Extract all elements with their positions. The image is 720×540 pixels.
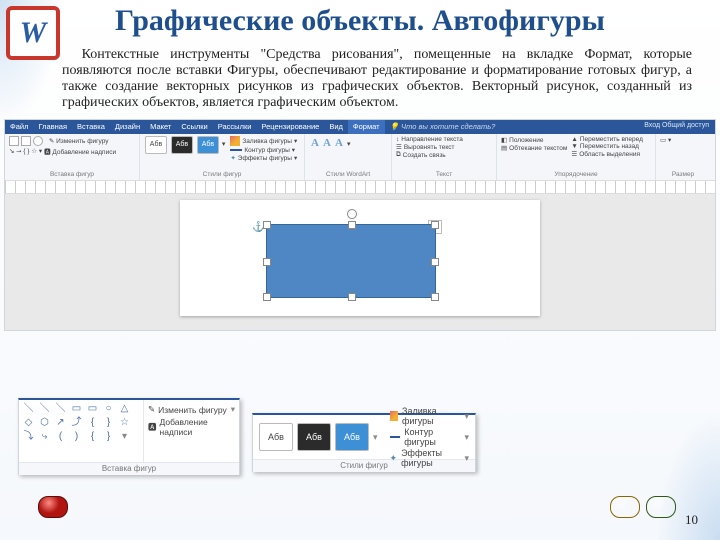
nav-indicator-yellow-green[interactable]: [610, 496, 676, 518]
create-link-btn[interactable]: ⧉ Создать связь: [396, 151, 492, 159]
resize-handle[interactable]: [263, 293, 271, 301]
slide: W Графические объекты. Автофигуры Контек…: [0, 0, 720, 540]
selected-rectangle-shape[interactable]: [266, 224, 436, 298]
resize-handle[interactable]: [431, 293, 439, 301]
group-label-text: Текст: [396, 171, 492, 178]
shape-outline-btn[interactable]: Контур фигуры ▾: [230, 146, 297, 154]
group-label-insert: Вставка фигур: [9, 171, 135, 178]
tab-format[interactable]: Формат: [348, 120, 385, 134]
shape-fill-btn[interactable]: Заливка фигуры ▾: [230, 136, 297, 146]
rotate-handle[interactable]: [347, 209, 357, 219]
resize-handle[interactable]: [348, 221, 356, 229]
page-number: 10: [685, 512, 698, 528]
group-label-size: Размер: [660, 171, 706, 178]
group-wordart-styles: AAA ▾ Стили WordArt: [305, 134, 392, 180]
resize-handle[interactable]: [263, 221, 271, 229]
group-label-wordart: Стили WordArt: [309, 171, 387, 178]
tell-me-search[interactable]: 💡 Что вы хотите сделать?: [385, 120, 501, 134]
selection-pane-btn[interactable]: ☰ Область выделения: [571, 150, 643, 158]
add-caption-btn[interactable]: 🅰 Добавление надписи: [148, 417, 235, 437]
tab-review[interactable]: Рецензирование: [256, 120, 324, 134]
tab-refs[interactable]: Ссылки: [176, 120, 212, 134]
document-page: ⚓: [180, 200, 540, 316]
align-text-btn[interactable]: ☰ Выровнять текст: [396, 143, 492, 151]
send-backward-btn[interactable]: ▼ Переместить назад: [571, 143, 643, 150]
style-swatch-light[interactable]: Абв: [145, 136, 167, 154]
slide-title: Графические объекты. Автофигуры: [0, 0, 720, 37]
group-label-styles: Стили фигур: [144, 171, 300, 178]
style-preset-blue[interactable]: Абв: [335, 423, 369, 451]
group-shape-styles: Абв Абв Абв ▾ Заливка фигуры ▾ Контур фи…: [140, 134, 305, 180]
edit-shape-btn[interactable]: ✎ Изменить фигуру: [49, 137, 109, 145]
style-swatch-dark[interactable]: Абв: [171, 136, 193, 154]
edit-shape-menu[interactable]: ✎ Изменить фигуру ▾: [148, 404, 235, 415]
document-canvas[interactable]: ⚓: [5, 194, 715, 330]
tab-view[interactable]: Вид: [324, 120, 348, 134]
add-text-btn[interactable]: 🅰 Добавление надписи: [44, 146, 116, 156]
style-gallery-more[interactable]: ▾: [373, 432, 378, 443]
nav-indicator-red[interactable]: [38, 496, 68, 518]
bring-forward-btn[interactable]: ▲ Переместить вперед: [571, 136, 643, 143]
tab-file[interactable]: Файл: [5, 120, 33, 134]
resize-handle[interactable]: [431, 258, 439, 266]
horizontal-ruler: [5, 180, 715, 194]
wrap-text-btn[interactable]: ▤ Обтекание текстом: [501, 144, 567, 152]
style-preset-dark[interactable]: Абв: [297, 423, 331, 451]
resize-handle[interactable]: [431, 221, 439, 229]
group-size: ▭ ▾ Размер: [656, 134, 710, 180]
callout-insert-shapes: ＼＼＼▭▭○△ ◇⬡↗⤴{}☆ ⤵⤷(){}▾ ✎ Изменить фигур…: [18, 398, 240, 475]
word-ribbon: Файл Главная Вставка Дизайн Макет Ссылки…: [4, 119, 716, 331]
tab-design[interactable]: Дизайн: [110, 120, 145, 134]
group-label-arrange: Упорядочение: [501, 171, 651, 178]
group-insert-shapes: ✎ Изменить фигуру ↘ ⭢ { } ☆ ▾ 🅰 Добавлен…: [5, 134, 140, 180]
body-paragraph: Контекстные инструменты "Средства рисова…: [62, 47, 692, 111]
position-btn[interactable]: ◧ Положение: [501, 136, 567, 144]
ribbon-tabs: Файл Главная Вставка Дизайн Макет Ссылки…: [5, 120, 500, 134]
effects-menu[interactable]: ✦Эффекты фигуры▾: [390, 448, 469, 468]
style-swatch-blue[interactable]: Абв: [197, 136, 219, 154]
tab-layout[interactable]: Макет: [145, 120, 176, 134]
tab-mail[interactable]: Рассылки: [213, 120, 257, 134]
fill-menu[interactable]: Заливка фигуры▾: [390, 406, 469, 426]
resize-handle[interactable]: [348, 293, 356, 301]
text-direction-btn[interactable]: ↕ Направление текста: [396, 136, 492, 143]
resize-handle[interactable]: [263, 258, 271, 266]
account-share[interactable]: Вход Общий доступ: [638, 120, 715, 134]
callout-shape-styles: Абв Абв Абв ▾ Заливка фигуры▾ Контур фиг…: [252, 413, 476, 472]
group-arrange: ◧ Положение ▤ Обтекание текстом ▲ Переме…: [497, 134, 656, 180]
word-logo-icon: W: [6, 6, 60, 60]
group-text: ↕ Направление текста ☰ Выровнять текст ⧉…: [392, 134, 497, 180]
callout1-label: Вставка фигур: [19, 462, 239, 475]
tab-home[interactable]: Главная: [33, 120, 72, 134]
tab-insert[interactable]: Вставка: [72, 120, 110, 134]
shapes-gallery[interactable]: ＼＼＼▭▭○△ ◇⬡↗⤴{}☆ ⤵⤷(){}▾: [19, 400, 143, 462]
outline-menu[interactable]: Контур фигуры▾: [390, 427, 469, 447]
style-preset-light[interactable]: Абв: [259, 423, 293, 451]
shape-effects-btn[interactable]: ✦Эффекты фигуры ▾: [230, 154, 297, 162]
